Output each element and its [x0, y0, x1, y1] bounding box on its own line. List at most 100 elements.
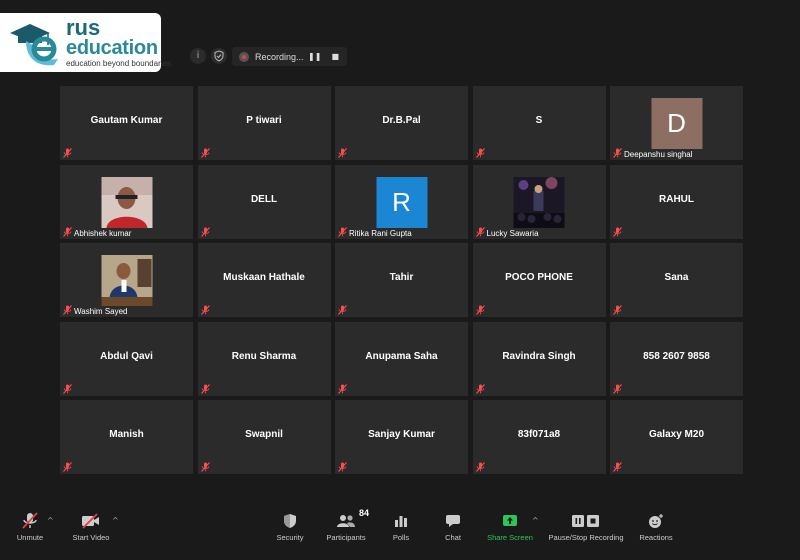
participant-tile[interactable]: Galaxy M20: [610, 400, 743, 474]
participant-name: POCO PHONE: [505, 272, 573, 283]
pause-recording-icon[interactable]: ❚❚: [308, 52, 321, 61]
participant-name-label: Washim Sayed: [74, 307, 128, 316]
muted-mic-icon: [338, 148, 347, 158]
participant-tile[interactable]: RAHUL: [610, 164, 743, 239]
video-options-caret-icon[interactable]: ^: [112, 516, 119, 525]
participant-photo: [513, 176, 565, 228]
participant-name: Swapnil: [245, 429, 283, 440]
muted-mic-icon: [200, 383, 210, 394]
participant-initial-avatar: R: [376, 176, 427, 228]
start-video-button[interactable]: Start Video: [69, 512, 113, 542]
shield-icon: [274, 512, 306, 530]
muted-mic-icon: [200, 148, 210, 158]
participants-label: Participants: [326, 533, 366, 542]
info-icon[interactable]: i: [190, 48, 206, 64]
participant-tile[interactable]: 83f071a8: [472, 400, 606, 474]
participant-name-label: Lucky Sawaria: [486, 228, 539, 238]
share-screen-icon: [486, 512, 534, 530]
polls-label: Polls: [392, 533, 410, 542]
muted-mic-icon: [338, 305, 347, 315]
participant-name: S: [535, 115, 543, 126]
muted-mic-icon: [613, 148, 622, 158]
participant-name: Manish: [109, 429, 144, 440]
participant-name: 858 2607 9858: [643, 350, 710, 362]
participant-tile[interactable]: Dr.B.Pal: [335, 86, 468, 160]
logo-line2: education: [66, 37, 158, 59]
participant-tile[interactable]: S: [472, 86, 606, 160]
video-off-icon: [69, 512, 113, 530]
reactions-label: Reactions: [639, 533, 673, 542]
muted-mic-icon: [63, 148, 72, 158]
participant-photo: [101, 255, 152, 306]
participant-name: Renu Sharma: [231, 350, 297, 362]
participant-tile[interactable]: D Deepanshu singhal: [610, 86, 743, 160]
polls-button[interactable]: Polls: [389, 512, 413, 542]
share-screen-button[interactable]: Share Screen: [486, 512, 534, 542]
participant-tile[interactable]: Ravindra Singh: [472, 321, 606, 396]
muted-mic-icon: [475, 148, 485, 158]
reactions-button[interactable]: Reactions: [638, 512, 674, 542]
chat-bubble-icon: [441, 512, 465, 530]
participant-name: Dr.B.Pal: [382, 115, 421, 126]
participant-tile[interactable]: DELL: [197, 164, 331, 239]
participant-name-label: Ritika Rani Gupta: [349, 228, 412, 238]
participant-tile[interactable]: Tahir: [335, 243, 468, 317]
muted-mic-icon: [475, 305, 485, 315]
participant-tile[interactable]: Swapnil: [197, 400, 331, 474]
participant-tile[interactable]: Gautam Kumar: [60, 86, 193, 160]
participant-tile[interactable]: Manish: [60, 400, 193, 474]
participant-name: 83f071a8: [517, 429, 561, 440]
participant-name: Muskaan Hathale: [223, 272, 305, 283]
participant-tile[interactable]: Sanjay Kumar: [335, 400, 468, 474]
reactions-smiley-icon: [638, 512, 674, 530]
participant-tile[interactable]: P tiwari: [197, 86, 331, 160]
pause-stop-recording-button[interactable]: Pause/Stop Recording: [546, 512, 626, 542]
participant-tile[interactable]: Abhishek kumar: [60, 164, 193, 239]
muted-mic-icon: [613, 305, 622, 315]
participant-tile[interactable]: Sana: [610, 243, 743, 317]
muted-mic-icon: [475, 226, 485, 237]
unmute-button[interactable]: Unmute: [12, 512, 48, 542]
logo-tagline: education beyond boundaries: [66, 59, 171, 68]
participant-tile[interactable]: Lucky Sawaria: [472, 164, 606, 239]
recording-indicator: Recording... ❚❚ ■: [232, 47, 347, 66]
muted-mic-icon: [475, 462, 485, 472]
participant-tile[interactable]: Anupama Saha: [335, 321, 468, 396]
meeting-toolbar: Unmute ^ Start Video ^ Security 84 Parti…: [0, 502, 800, 560]
rus-education-logo: rus education education beyond boundarie…: [0, 13, 171, 72]
participant-name: Sana: [664, 272, 689, 283]
pause-stop-recording-label: Pause/Stop Recording: [548, 533, 624, 542]
muted-mic-icon: [63, 226, 72, 237]
participant-tile[interactable]: Renu Sharma: [197, 321, 331, 396]
pause-stop-recording-icon: [546, 512, 626, 530]
security-button[interactable]: Security: [274, 512, 306, 542]
chat-label: Chat: [445, 533, 461, 542]
muted-microphone-icon: [12, 512, 48, 530]
participant-tile[interactable]: 858 2607 9858: [610, 321, 743, 396]
participant-initial-avatar: D: [651, 98, 702, 149]
stop-recording-icon[interactable]: ■: [331, 52, 339, 61]
share-options-caret-icon[interactable]: ^: [532, 516, 539, 525]
participants-button[interactable]: 84 Participants: [323, 508, 369, 542]
participant-tile[interactable]: Washim Sayed: [60, 243, 193, 317]
participant-tile[interactable]: POCO PHONE: [472, 243, 606, 317]
muted-mic-icon: [63, 462, 72, 472]
muted-mic-icon: [613, 462, 622, 472]
audio-options-caret-icon[interactable]: ^: [47, 516, 54, 525]
participant-tile[interactable]: R Ritika Rani Gupta: [335, 164, 468, 239]
security-label: Security: [276, 533, 304, 542]
security-shield-icon[interactable]: [211, 48, 227, 64]
chat-button[interactable]: Chat: [441, 512, 465, 542]
participant-tile[interactable]: Abdul Qavi: [60, 321, 193, 396]
muted-mic-icon: [338, 226, 347, 237]
participant-name: DELL: [250, 193, 278, 205]
participant-tile[interactable]: Muskaan Hathale: [197, 243, 331, 317]
participant-name: Gautam Kumar: [90, 115, 163, 126]
participant-name: Tahir: [389, 272, 414, 283]
share-screen-label: Share Screen: [487, 533, 533, 542]
muted-mic-icon: [613, 383, 622, 394]
start-video-label: Start Video: [72, 533, 110, 542]
participant-name: Anupama Saha: [365, 350, 438, 362]
recording-dot-icon: [239, 51, 249, 62]
participant-name: Sanjay Kumar: [368, 429, 435, 440]
